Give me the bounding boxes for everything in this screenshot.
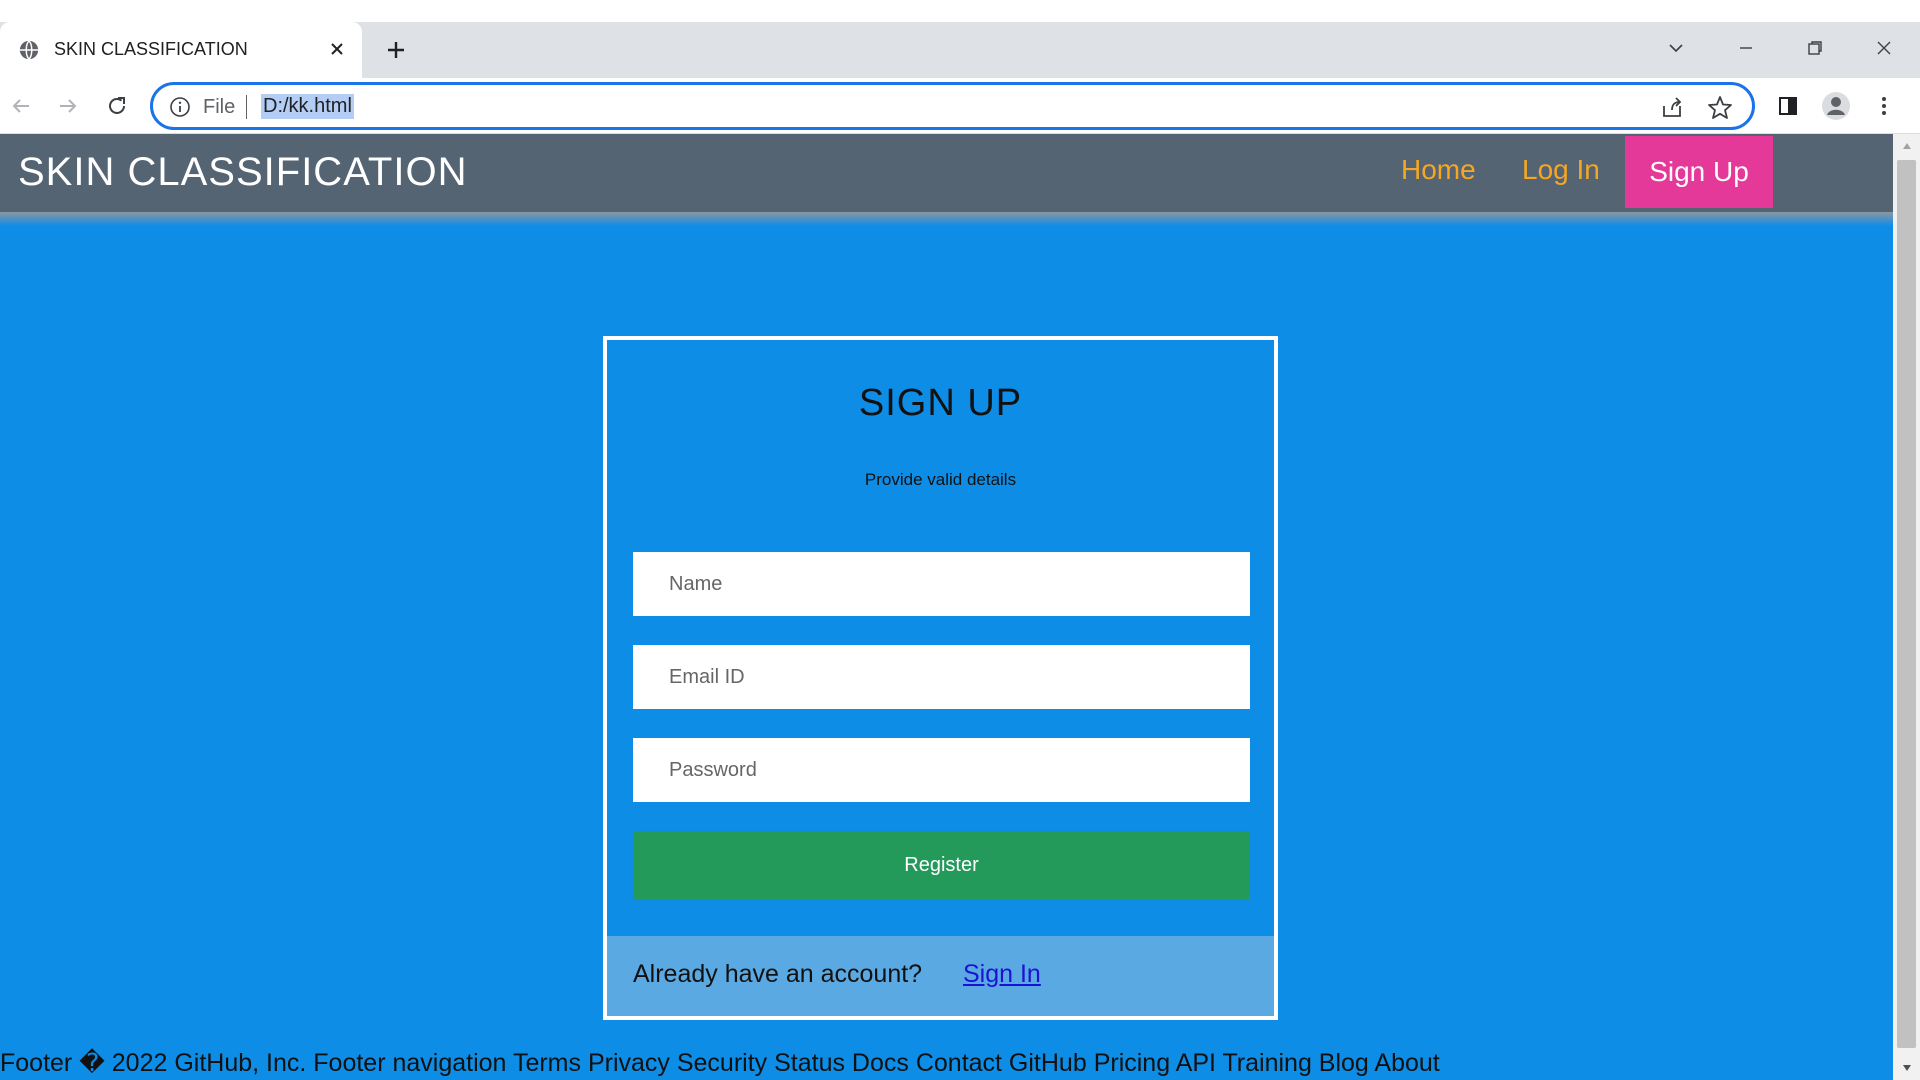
restore-icon[interactable]	[1795, 32, 1835, 64]
reload-icon[interactable]	[101, 90, 133, 122]
address-url[interactable]: D:/kk.html	[261, 94, 354, 119]
register-button[interactable]: Register	[633, 831, 1250, 899]
signin-link[interactable]: Sign In	[963, 960, 1041, 989]
close-window-icon[interactable]	[1864, 32, 1904, 64]
menu-kebab-icon[interactable]	[1868, 90, 1900, 122]
forward-arrow-icon[interactable]	[52, 90, 84, 122]
side-panel-icon[interactable]	[1772, 90, 1804, 122]
address-bar[interactable]: File D:/kk.html	[150, 82, 1755, 130]
back-arrow-icon[interactable]	[5, 90, 37, 122]
minimize-icon[interactable]	[1726, 32, 1766, 64]
scrollbar-thumb[interactable]	[1897, 160, 1916, 1048]
scroll-up-arrow-icon[interactable]	[1893, 134, 1920, 158]
nav-home-link[interactable]: Home	[1401, 154, 1476, 186]
address-separator	[246, 95, 247, 119]
site-brand[interactable]: SKIN CLASSIFICATION	[18, 150, 467, 195]
nav-signup-button[interactable]: Sign Up	[1625, 136, 1773, 208]
address-scheme-label: File	[203, 96, 236, 118]
share-icon[interactable]	[1658, 94, 1686, 122]
vertical-scrollbar[interactable]	[1893, 134, 1920, 1080]
globe-icon	[19, 40, 39, 60]
page-viewport: SKIN CLASSIFICATION Home Log In Sign Up …	[0, 134, 1893, 1080]
page-footer-text: Footer � 2022 GitHub, Inc. Footer naviga…	[0, 1049, 1440, 1077]
email-input[interactable]	[633, 645, 1250, 709]
site-navbar: SKIN CLASSIFICATION Home Log In Sign Up	[0, 134, 1893, 212]
signup-card: SIGN UP Provide valid details Register A…	[603, 336, 1278, 1020]
browser-tab-active[interactable]: SKIN CLASSIFICATION	[0, 22, 362, 78]
site-info-icon[interactable]	[169, 96, 191, 118]
signup-subtitle: Provide valid details	[864, 470, 1017, 489]
tab-title: SKIN CLASSIFICATION	[54, 39, 248, 59]
new-tab-plus-icon[interactable]	[380, 34, 412, 66]
signup-title: SIGN UP	[858, 382, 1023, 424]
tab-search-chevron-icon[interactable]	[1656, 32, 1696, 64]
browser-toolbar: File D:/kk.html	[0, 78, 1920, 134]
navbar-shadow	[0, 212, 1893, 226]
nav-login-link[interactable]: Log In	[1522, 154, 1600, 186]
tab-strip: SKIN CLASSIFICATION	[0, 22, 1920, 78]
scroll-down-arrow-icon[interactable]	[1893, 1056, 1920, 1080]
name-input[interactable]	[633, 552, 1250, 616]
close-tab-icon[interactable]	[324, 36, 350, 62]
bookmark-star-icon[interactable]	[1706, 94, 1734, 122]
account-prompt-text: Already have an account?	[633, 960, 923, 988]
profile-avatar-icon[interactable]	[1820, 90, 1852, 122]
password-input[interactable]	[633, 738, 1250, 802]
signup-card-footer: Already have an account? Sign In	[607, 936, 1274, 1016]
